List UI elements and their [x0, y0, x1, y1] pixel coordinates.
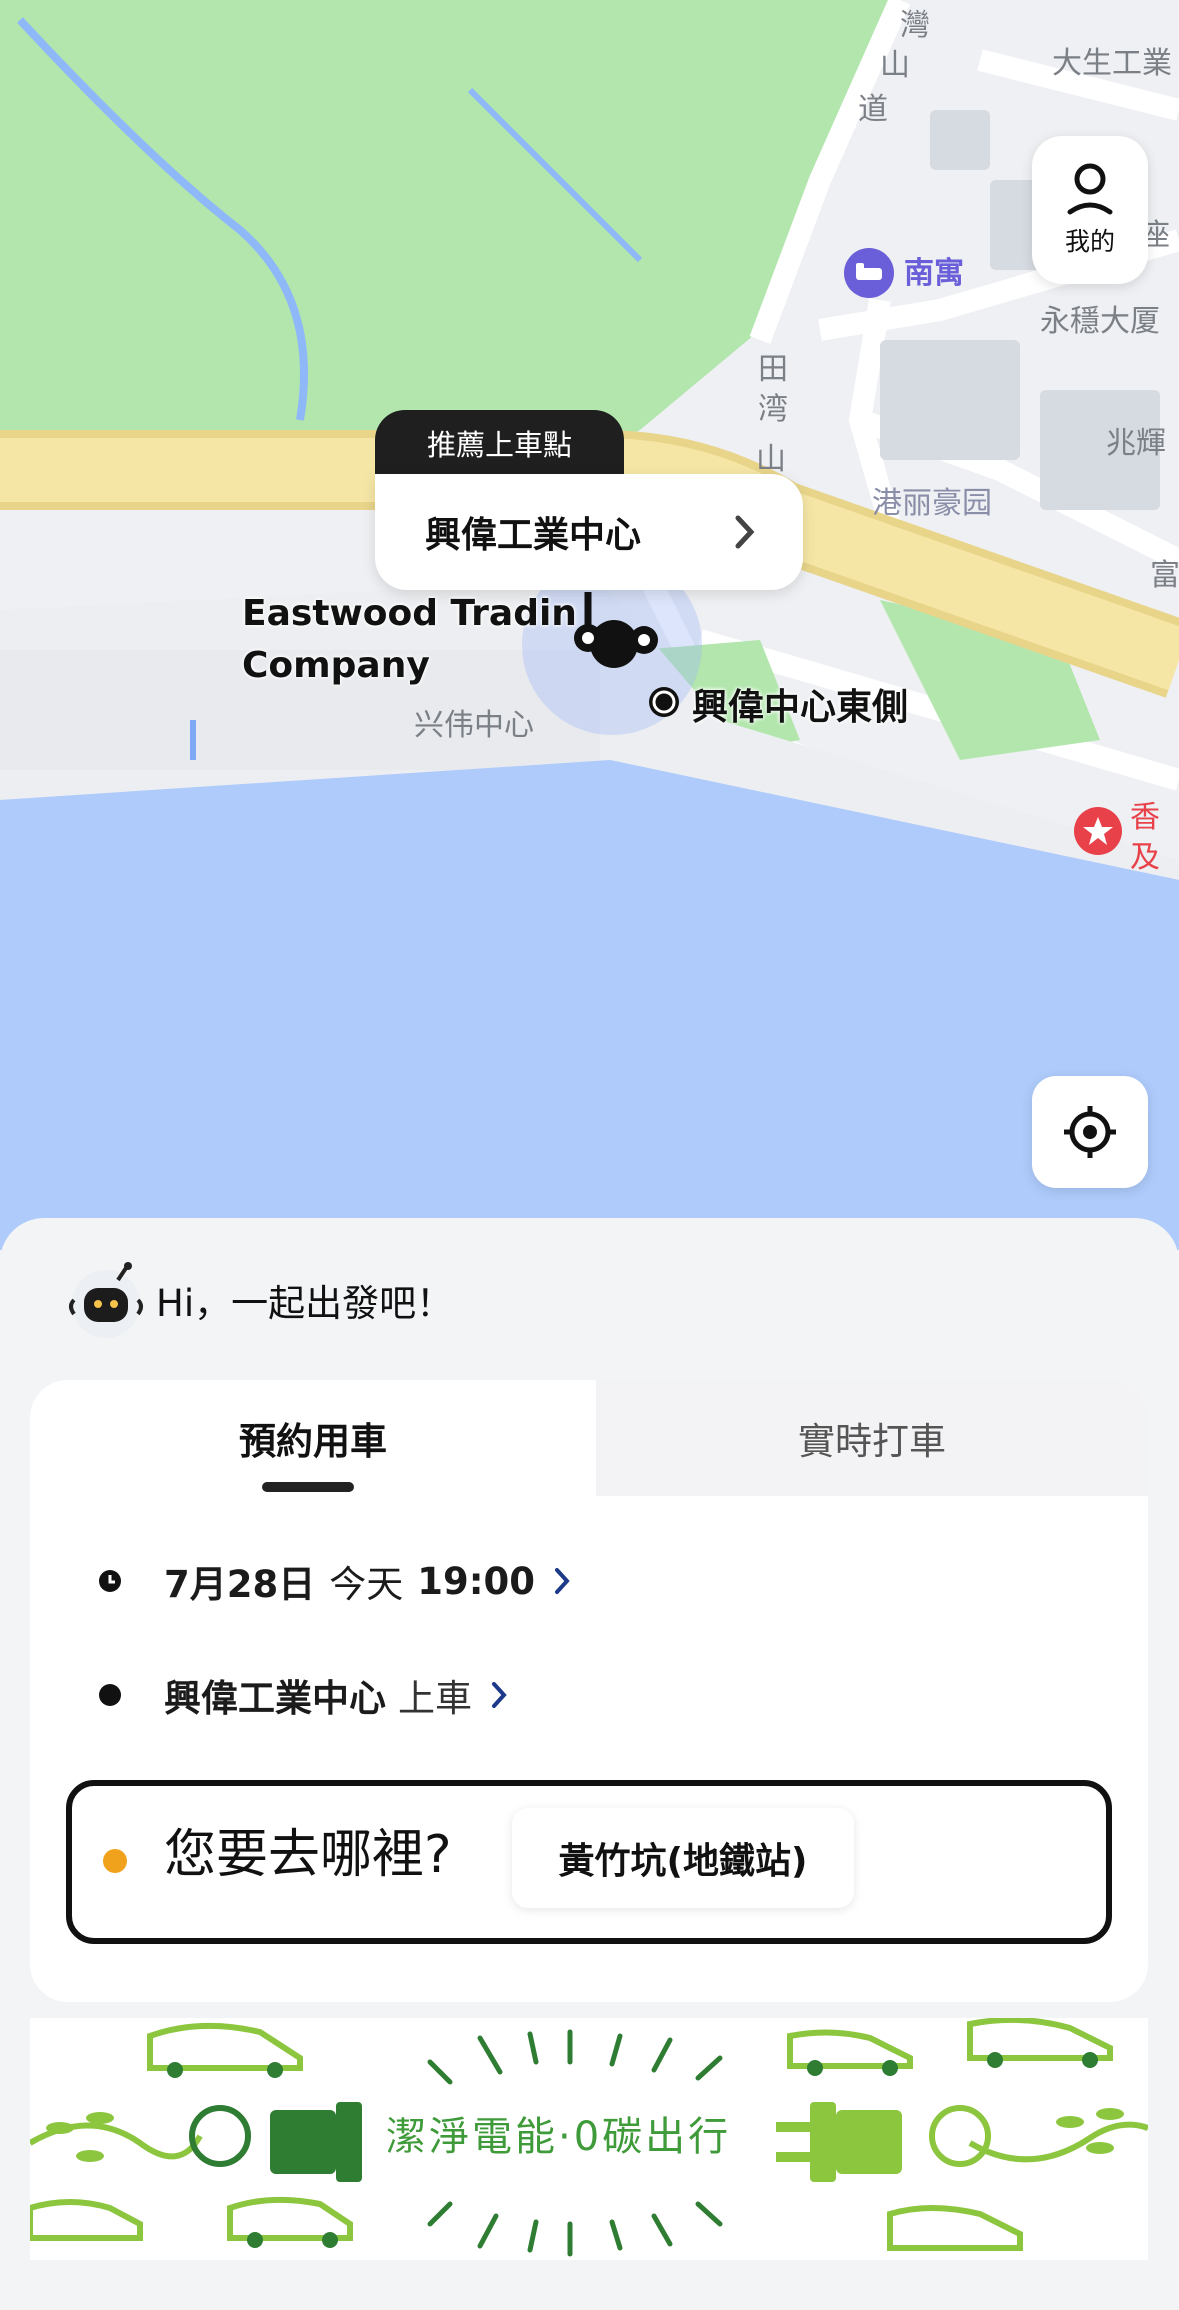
map-label-fu: 富: [1150, 558, 1179, 593]
user-icon: [1067, 163, 1113, 215]
map-label-wingwan: 永穩大厦: [1040, 304, 1160, 339]
map-label-road-2: 山: [880, 48, 910, 83]
robot-mascot-icon: [69, 1262, 143, 1338]
greeting-text: Hi，一起出發吧！: [156, 1282, 454, 1325]
hotel-poi-icon: [844, 248, 894, 298]
time-clock: 19:00: [417, 1559, 536, 1603]
tab-scheduled[interactable]: 預約用車: [30, 1380, 596, 1496]
locate-me-button[interactable]: [1032, 1076, 1148, 1188]
time-date: 7月28日: [164, 1563, 316, 1606]
map-label-hk-1: 香: [1130, 800, 1160, 835]
recommended-pickup-tag: 推薦上車點: [375, 410, 625, 476]
pickup-suffix: 上車: [398, 1677, 472, 1720]
pickup-row[interactable]: 興偉工業中心 上車: [98, 1668, 508, 1722]
promo-banner[interactable]: 潔淨電能·0碳出行: [30, 2018, 1148, 2260]
time-row[interactable]: 7月28日 今天 19:00: [98, 1554, 571, 1608]
profile-label: 我的: [1064, 227, 1115, 256]
landmark-poi-icon: [1074, 807, 1122, 855]
alt-pickup-label[interactable]: 興偉中心東側: [692, 678, 908, 730]
chevron-right-icon: [555, 1568, 570, 1594]
destination-input[interactable]: 您要去哪裡? 黃竹坑(地鐵站): [66, 1780, 1112, 1944]
map-label-dasheng: 大生工業: [1052, 46, 1172, 81]
map-base: [0, 0, 1179, 1250]
destination-prompt: 您要去哪裡?: [164, 1825, 452, 1885]
time-day: 今天: [329, 1563, 404, 1606]
map-label-xingwei: 兴伟中心: [414, 708, 534, 743]
pickup-point-card[interactable]: 興偉工業中心: [375, 474, 803, 590]
clock-icon: [99, 1570, 121, 1592]
map-label-ganglei: 港丽豪园: [872, 486, 992, 521]
company-map-label: Eastwood Tradin Company: [242, 588, 577, 692]
company-label-line2: Company: [242, 645, 430, 686]
booking-sheet: Hi，一起出發吧！ 實時打車 預約用車 7月28日 今天 19:00 興偉工業中…: [0, 1218, 1179, 2310]
map-label-road-3: 道: [858, 92, 888, 127]
map-label-road-1: 灣: [900, 8, 930, 43]
profile-button[interactable]: 我的: [1032, 136, 1148, 284]
crosshair-icon: [1064, 1106, 1116, 1158]
map-label-nanyu[interactable]: 南寓: [904, 248, 964, 292]
greeting-row: Hi，一起出發吧！: [60, 1260, 453, 1340]
map-label-siufai: 兆輝: [1106, 426, 1166, 461]
tab-active-indicator: [262, 1482, 354, 1492]
banner-slogan: 潔淨電能·0碳出行: [386, 2114, 732, 2160]
pickup-point-name: 興偉工業中心: [425, 515, 642, 556]
company-label-line1: Eastwood Tradin: [242, 593, 577, 634]
destination-dot-icon: [103, 1849, 127, 1873]
map-label-tin-2: 湾: [758, 392, 788, 427]
map-label-tin-1: 田: [758, 352, 788, 387]
destination-suggestion-chip[interactable]: 黃竹坑(地鐵站): [512, 1808, 854, 1908]
pickup-dot-icon: [99, 1684, 121, 1706]
chevron-right-icon: [492, 1682, 507, 1708]
map[interactable]: 大生工業 南寓 永穩大厦 兆輝 港丽豪园 兴伟中心 富 座 灣 山 道 田 湾 …: [0, 0, 1179, 1250]
map-label-hk-2: 及: [1130, 840, 1160, 875]
pickup-place: 興偉工業中心: [164, 1677, 386, 1720]
map-label-tin-3: 山: [756, 442, 786, 477]
tab-instant[interactable]: 實時打車: [596, 1380, 1148, 1496]
chevron-right-icon: [735, 515, 755, 549]
